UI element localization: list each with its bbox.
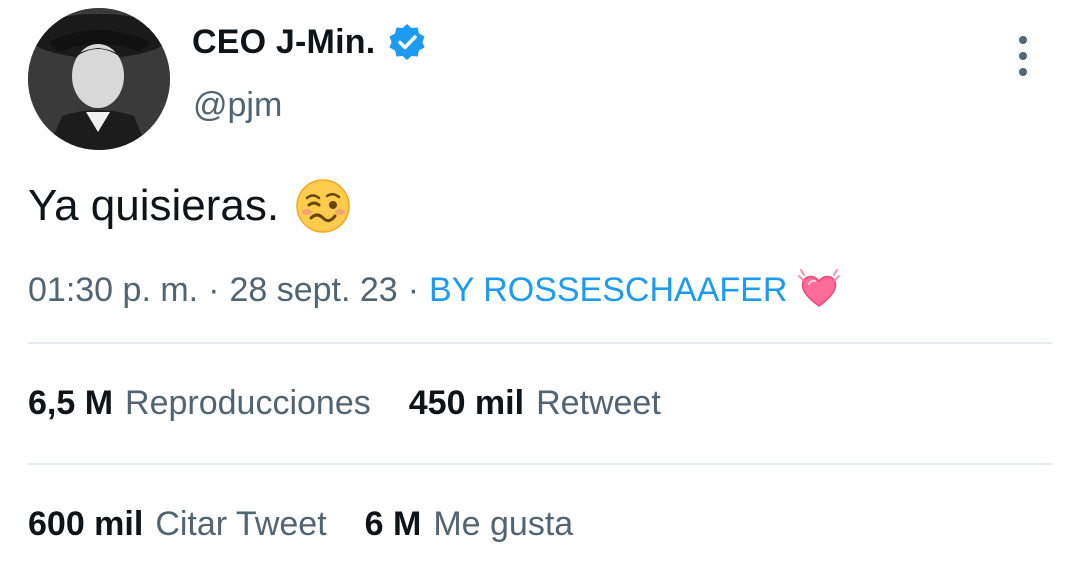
growing-heart-emoji-icon [798,269,841,307]
quotes-label[interactable]: Citar Tweet [155,505,326,544]
tweet-meta: 01:30 p. m. · 28 sept. 23 · BY ROSSESCHA… [28,268,841,312]
user-handle[interactable]: @pjm [193,86,282,125]
verified-badge-icon [389,24,425,60]
views-count: 6,5 M [28,384,114,422]
tweet-date[interactable]: 28 sept. 23 [229,271,397,310]
more-options-icon[interactable] [1014,36,1032,76]
meta-separator: · [407,270,420,309]
stats-row-views-retweets: 6,5 M Reproducciones 450 mil Retweet [28,384,699,423]
tweet-body: Ya quisieras. [28,178,351,234]
display-name[interactable]: CEO J-Min. [192,23,375,62]
views-label: Reproducciones [125,384,371,422]
avatar-image [28,8,170,150]
retweets-label[interactable]: Retweet [536,384,661,423]
likes-label[interactable]: Me gusta [433,505,573,544]
tweet-time[interactable]: 01:30 p. m. [28,271,198,310]
tweet-text: Ya quisieras. [28,181,280,230]
stats-row-quotes-likes: 600 mil Citar Tweet 6 M Me gusta [28,505,611,544]
quotes-count[interactable]: 600 mil [28,505,143,544]
likes-count[interactable]: 6 M [365,505,422,544]
divider [28,342,1052,344]
divider [28,463,1052,465]
meta-separator: · [208,270,220,309]
woozy-face-emoji-icon [296,179,350,233]
tweet-source-link[interactable]: BY ROSSESCHAAFER [429,271,787,310]
display-name-row[interactable]: CEO J-Min. [192,22,427,62]
avatar[interactable] [28,8,170,150]
retweets-count[interactable]: 450 mil [409,384,524,423]
